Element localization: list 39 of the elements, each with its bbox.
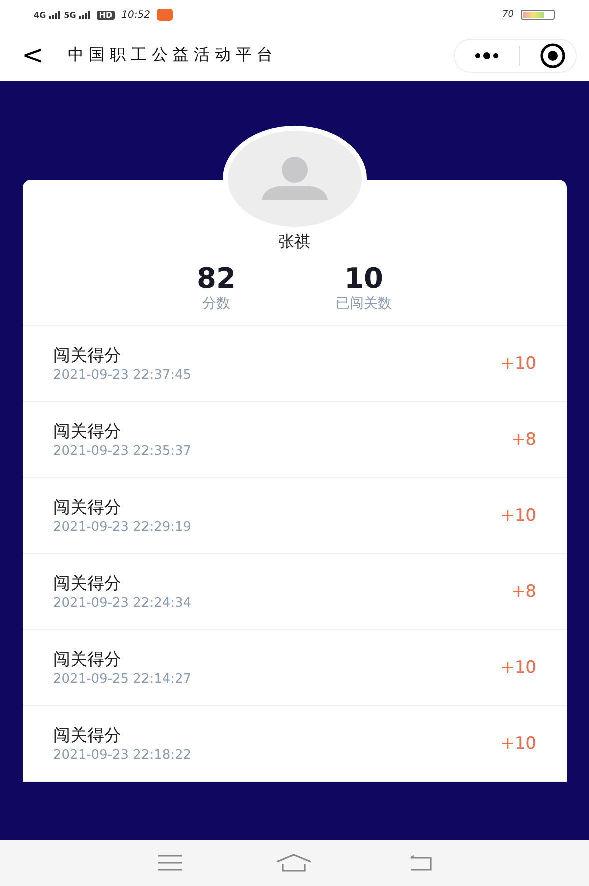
back-button[interactable]: < [22,40,50,70]
app-notification-icon [157,9,174,21]
person-silhouette-icon [262,156,328,202]
battery-icon [521,10,555,20]
record-points: +10 [500,506,536,526]
record-points: +10 [500,734,536,754]
signal-icon [79,11,92,19]
more-icon[interactable] [475,52,499,60]
signal-label: 5G [64,10,76,20]
signal-label: 4G [34,10,46,20]
record-time: 2021-09-25 22:14:27 [54,672,192,687]
home-icon[interactable] [276,854,312,872]
hd-badge: HD [97,10,115,20]
stat-value: 10 [344,263,384,295]
user-name: 张祺 [278,232,312,253]
clock-time: 10:52 [122,10,150,20]
record-title: 闯关得分 [54,725,122,747]
record-points: +8 [511,430,536,450]
record-time: 2021-09-23 22:29:19 [54,520,192,535]
signal-icon [49,11,62,19]
record-title: 闯关得分 [54,649,122,671]
stat-label: 分数 [202,295,230,313]
record-title: 闯关得分 [54,497,122,519]
stat-value: 82 [197,263,236,295]
battery-percent: 70 [502,10,514,20]
record-title: 闯关得分 [54,421,122,443]
close-icon[interactable] [540,42,566,68]
record-time: 2021-09-23 22:18:22 [54,748,192,763]
stat-label: 已闯关数 [336,295,392,313]
record-points: +10 [500,354,536,374]
page-title: 中国职工公益活动平台 [68,45,279,66]
record-title: 闯关得分 [54,345,122,367]
record-points: +8 [511,582,536,602]
record-time: 2021-09-23 22:35:37 [54,444,192,459]
record-title: 闯关得分 [54,573,122,595]
menu-icon[interactable] [156,855,183,871]
record-time: 2021-09-23 22:24:34 [54,596,192,611]
record-time: 2021-09-23 22:37:45 [54,368,192,383]
record-points: +10 [500,658,536,678]
